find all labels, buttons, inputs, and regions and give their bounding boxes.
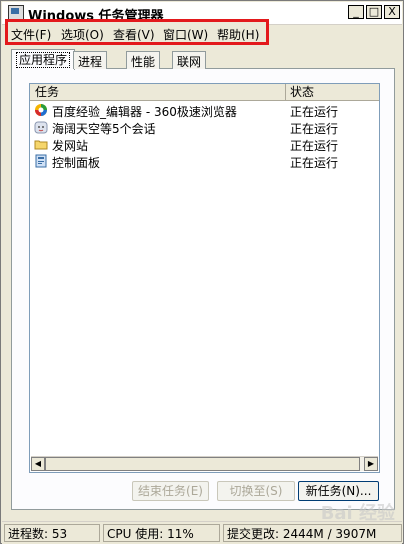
close-button[interactable]: X (384, 5, 400, 19)
column-header-status[interactable]: 状态 (288, 84, 314, 100)
menu-file[interactable]: 文件(F) (11, 26, 51, 43)
maximize-button[interactable]: □ (366, 5, 382, 19)
tab-performance[interactable]: 性能 (126, 51, 161, 69)
list-item[interactable]: 海阔天空等5个会话 正在运行 (30, 119, 379, 136)
commit-charge: 提交更改: 2444M / 3907M (223, 524, 402, 542)
task-name: 百度经验_编辑器 - 360极速浏览器 (52, 105, 237, 119)
task-name: 控制面板 (52, 156, 101, 170)
menu-help[interactable]: 帮助(H) (217, 26, 259, 43)
task-status: 正在运行 (290, 122, 339, 136)
task-manager-window: Windows 任务管理器 _ □ X 文件(F) 选项(O) 查看(V) 窗口… (0, 0, 404, 544)
menu-options[interactable]: 选项(O) (61, 26, 104, 43)
menu-bar: 文件(F) 选项(O) 查看(V) 窗口(W) 帮助(H) (5, 19, 269, 45)
watermark: Bai 经验 (320, 503, 395, 524)
minimize-button[interactable]: _ (348, 5, 364, 19)
task-status: 正在运行 (290, 139, 339, 153)
chat-icon (34, 121, 48, 134)
column-header-task[interactable]: 任务 (30, 84, 286, 100)
task-name: 发网站 (52, 139, 89, 153)
scrollbar-thumb[interactable] (45, 457, 360, 471)
switch-to-button[interactable]: 切换至(S) (217, 481, 295, 501)
tab-processes[interactable]: 进程 (73, 51, 108, 69)
tab-applications-label: 应用程序 (16, 52, 71, 68)
menu-view[interactable]: 查看(V) (113, 26, 155, 43)
list-header: 任务 状态 (30, 84, 379, 101)
list-item[interactable]: 百度经验_编辑器 - 360极速浏览器 正在运行 (30, 102, 379, 119)
task-status: 正在运行 (290, 156, 339, 170)
folder-icon (34, 140, 48, 150)
end-task-button[interactable]: 结束任务(E) (132, 481, 209, 501)
menu-windows[interactable]: 窗口(W) (163, 26, 208, 43)
list-item[interactable]: 发网站 正在运行 (30, 136, 379, 153)
task-name: 海阔天空等5个会话 (52, 122, 156, 136)
new-task-button[interactable]: 新任务(N)... (298, 481, 379, 501)
applications-list[interactable]: 任务 状态 百度经验_编辑器 - 360极速浏览器 正在运行 海阔天空等5个会话 (29, 83, 380, 473)
task-status: 正在运行 (290, 105, 339, 119)
browser-icon (35, 104, 47, 116)
cpu-usage: CPU 使用: 11% (103, 524, 220, 542)
scroll-right-icon[interactable]: ▶ (364, 457, 378, 471)
scroll-left-icon[interactable]: ◀ (31, 457, 45, 471)
horizontal-scrollbar[interactable]: ◀ ▶ (31, 456, 378, 471)
tab-strip: 应用程序 进程 性能 联网 (11, 49, 393, 70)
tab-networking[interactable]: 联网 (172, 51, 207, 69)
list-item[interactable]: 控制面板 正在运行 (30, 153, 379, 170)
control-panel-icon (35, 154, 47, 168)
tab-applications[interactable]: 应用程序 (11, 49, 76, 70)
process-count: 进程数: 53 (4, 524, 100, 542)
